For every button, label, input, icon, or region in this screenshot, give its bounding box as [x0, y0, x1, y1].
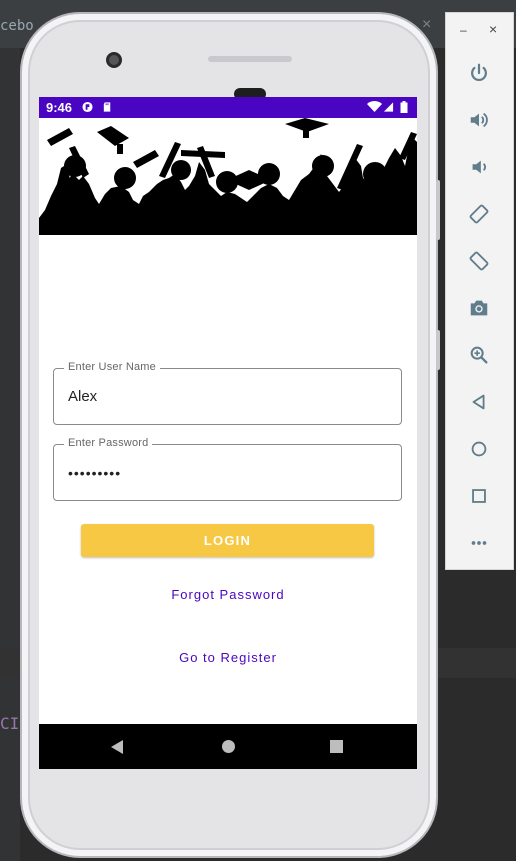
- rotate-left-icon[interactable]: [465, 200, 493, 228]
- close-button[interactable]: ×: [489, 21, 497, 37]
- earpiece-bar: [208, 56, 292, 62]
- rotate-right-icon[interactable]: [465, 247, 493, 275]
- nav-home-icon[interactable]: [222, 740, 235, 753]
- more-icon[interactable]: [465, 529, 493, 557]
- home-icon[interactable]: [465, 435, 493, 463]
- login-button[interactable]: LOGIN: [81, 524, 374, 557]
- ide-tab-label[interactable]: cebo: [0, 18, 34, 34]
- password-input[interactable]: [68, 445, 388, 500]
- status-bar: 9:46: [39, 97, 417, 118]
- power-side-button[interactable]: [436, 330, 440, 370]
- app-screen: 9:46 Enter User Name Enter: [39, 97, 417, 769]
- camera-icon[interactable]: [465, 294, 493, 322]
- volume-down-icon[interactable]: [465, 153, 493, 181]
- signal-icon: [383, 102, 394, 112]
- minimize-button[interactable]: –: [460, 23, 467, 37]
- back-icon[interactable]: [465, 388, 493, 416]
- status-time: 9:46: [46, 100, 73, 115]
- navigation-bar: [39, 724, 417, 769]
- emulator-toolbar-header: – ×: [446, 13, 515, 43]
- wifi-icon: [367, 101, 382, 112]
- front-camera-icon: [106, 52, 122, 68]
- emulator-toolbar: – ×: [445, 12, 514, 570]
- nav-recents-icon[interactable]: [330, 740, 343, 753]
- battery-icon: [400, 101, 408, 113]
- power-icon[interactable]: [465, 59, 493, 87]
- password-field[interactable]: Enter Password: [53, 437, 402, 501]
- overview-icon[interactable]: [465, 482, 493, 510]
- forgot-password-link[interactable]: Forgot Password: [39, 587, 417, 602]
- username-input[interactable]: [68, 369, 388, 424]
- nav-back-icon[interactable]: [111, 740, 123, 754]
- ide-close-icon[interactable]: ×: [422, 16, 431, 34]
- volume-side-button[interactable]: [436, 180, 440, 240]
- go-to-register-link[interactable]: Go to Register: [39, 650, 417, 665]
- notification-icon: [82, 101, 93, 113]
- sd-card-icon: [103, 102, 111, 112]
- username-field[interactable]: Enter User Name: [53, 361, 402, 425]
- ide-gutter: [0, 48, 20, 861]
- graduation-banner-image: [39, 118, 417, 235]
- volume-up-icon[interactable]: [465, 106, 493, 134]
- zoom-icon[interactable]: [465, 341, 493, 369]
